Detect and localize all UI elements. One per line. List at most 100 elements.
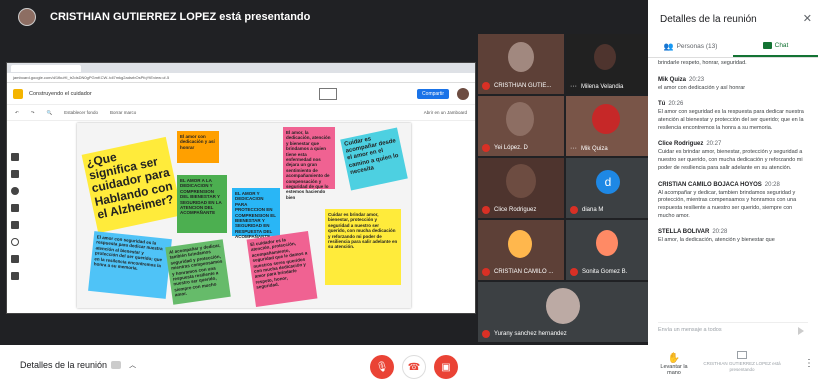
sticky-note[interactable]: El cuidador es la atención, protección, … <box>246 231 318 307</box>
clear-frame-button[interactable]: Borrar marco <box>110 110 136 115</box>
participant-video <box>506 102 534 136</box>
participant-video <box>594 44 616 70</box>
participant-label: Clice Rodriguez <box>482 206 536 214</box>
image-icon[interactable] <box>11 221 19 229</box>
address-bar[interactable]: jamboard.google.com/d/1fkuHI_tr2dsDN0gPG… <box>7 73 475 83</box>
browser-tabstrip <box>7 63 475 73</box>
raise-hand-button[interactable]: ✋ Levantar la mano <box>654 353 694 376</box>
camera-toggle-button[interactable]: ▣ <box>434 355 458 379</box>
set-background-button[interactable]: Establecer fondo <box>64 110 98 115</box>
sticky-note[interactable]: Cuidar es acompañar desde el amor en el … <box>340 127 408 191</box>
mic-off-icon <box>482 330 490 338</box>
participant-label: Yurany sanchez hernandez <box>482 330 567 338</box>
chat-messages: brindarle respeto, honrar, seguridad. Mi… <box>658 60 810 310</box>
participant-tile[interactable]: ··· Mik Quiza <box>566 96 648 156</box>
sticky-note[interactable]: El amor con seguridad es la respuesta pa… <box>88 231 172 299</box>
message-author: Mik Quiza <box>658 76 687 83</box>
tab-people-label: Personas (13) <box>676 43 718 50</box>
jamboard-toolbar: ↶ ↷ 🔍 Establecer fondo Borrar marco Abri… <box>7 105 475 121</box>
browser-tab[interactable] <box>11 64 81 72</box>
chat-input[interactable]: Envía un mensaje a todos <box>658 322 808 336</box>
presenter-avatar <box>18 8 36 26</box>
participant-name: Sonita Gomez B. <box>582 269 628 275</box>
chevron-up-icon: ︿ <box>129 362 137 369</box>
participant-video <box>508 230 532 258</box>
participant-video <box>506 164 536 198</box>
more-options-icon[interactable]: ⋮ <box>804 358 814 369</box>
chat-icon <box>762 42 772 49</box>
mic-off-icon <box>482 82 490 90</box>
tab-people[interactable]: 👥 Personas (13) <box>648 36 733 57</box>
participant-tile[interactable]: CRISTIAN CAMILO ... <box>478 220 564 280</box>
presenter-label: CRISTHIAN GUTIERREZ LOPEZ está presentan… <box>50 11 311 23</box>
avatar[interactable] <box>457 87 469 100</box>
meeting-details-label: Detalles de la reunión <box>20 360 108 370</box>
participant-tile[interactable]: Yurany sanchez hernandez <box>478 282 648 342</box>
participant-label: CRISTIAN CAMILO ... <box>482 268 553 276</box>
eraser-icon[interactable] <box>11 170 19 178</box>
chat-input-placeholder: Envía un mensaje a todos <box>658 327 722 333</box>
jamboard-title[interactable]: Construyendo el cuidador <box>29 91 319 97</box>
participant-name: Mik Quiza <box>581 145 608 152</box>
pen-icon[interactable] <box>11 153 19 161</box>
chat-message: Mik Quiza 20:23 el amor con dedicación y … <box>658 77 810 93</box>
hand-icon: ✋ <box>667 353 681 364</box>
select-icon[interactable] <box>11 187 19 195</box>
sticky-note[interactable]: EL AMOR A LA DEDICACION Y COMPRENSION DE… <box>177 175 227 233</box>
participant-label: diana M <box>570 206 603 214</box>
participant-video <box>508 42 534 72</box>
avatar: d <box>596 170 620 194</box>
mic-toggle-button[interactable]: 🎙 <box>370 355 394 379</box>
frame-thumbnail-icon[interactable] <box>319 87 338 100</box>
participant-tile[interactable]: CRISTHIAN GUTIE... <box>478 34 564 94</box>
participant-label: Yei López. D <box>482 144 528 152</box>
sticky-note[interactable]: Al acompañar y dedicar, también brindamo… <box>165 239 231 305</box>
message-time: 20:26 <box>668 101 684 108</box>
panel-tabs: 👥 Personas (13) Chat <box>648 36 818 58</box>
close-icon[interactable]: ✕ <box>803 12 812 25</box>
participant-tile[interactable]: Yei López. D <box>478 96 564 156</box>
sticky-note[interactable]: EL AMOR Y DEDICACION PARA PROTECCION EN … <box>232 188 280 239</box>
sticky-note[interactable]: El amor con dedicación y así honrar <box>177 131 219 163</box>
participant-video <box>596 230 618 256</box>
circle-icon[interactable] <box>11 238 19 246</box>
leave-call-button[interactable]: ☎ <box>402 355 426 379</box>
tab-chat-label: Chat <box>774 42 789 49</box>
open-in-jamboard-link[interactable]: Abrir en un Jamboard <box>424 110 467 115</box>
participant-tile[interactable]: Clice Rodriguez <box>478 158 564 218</box>
message-text: el amor con dedicación y así honrar <box>658 84 746 91</box>
message-author: Tú <box>658 101 666 108</box>
participant-label: Sonita Gomez B. <box>570 268 627 276</box>
sticky-note[interactable]: El amor, la dedicación, atención y biene… <box>283 127 335 200</box>
message-author: Clice Rodriguez <box>658 141 704 148</box>
redo-icon[interactable]: ↷ <box>31 110 35 116</box>
url-text: jamboard.google.com/d/1fkuHI_tr2dsDN0gPG… <box>13 75 170 80</box>
sticky-note[interactable]: Cuidar es brindar amor, bienestar, prote… <box>325 209 401 285</box>
participant-name: diana M <box>582 207 604 213</box>
message-text: brindarle respeto, honrar, seguridad. <box>658 60 747 66</box>
participant-tile[interactable]: ··· Milena Velandia <box>566 34 648 94</box>
undo-icon[interactable]: ↶ <box>15 110 19 116</box>
message-author: CRISTIAN CAMILO BOJACA HOYOS <box>658 181 762 188</box>
message-author: STELLA BOLIVAR <box>658 229 710 236</box>
presenting-button[interactable]: CRISTHIAN GUTIERREZ LOPEZ está presentan… <box>702 351 782 373</box>
meeting-details-button[interactable]: Detalles de la reunión ︿ <box>20 360 136 370</box>
participant-video <box>592 104 620 134</box>
sticky-note[interactable]: ¿Que significa ser cuidador para Habland… <box>81 136 183 234</box>
mic-off-icon <box>482 144 490 152</box>
message-text: Al acompañar y dedicar, tambien brindamo… <box>658 189 797 219</box>
participant-label: ··· Milena Velandia <box>570 83 623 90</box>
zoom-icon[interactable]: 🔍 <box>47 110 53 116</box>
jamboard-canvas[interactable]: ¿Que significa ser cuidador para Habland… <box>77 123 411 308</box>
textbox-icon[interactable] <box>11 255 19 263</box>
participant-name: Clice Rodriguez <box>494 207 537 213</box>
participant-tile[interactable]: Sonita Gomez B. <box>566 220 648 280</box>
laser-icon[interactable] <box>11 272 19 280</box>
participant-video <box>546 288 580 324</box>
sticky-note-icon[interactable] <box>11 204 19 212</box>
participant-label: CRISTHIAN GUTIE... <box>482 82 551 90</box>
tab-chat[interactable]: Chat <box>733 36 818 57</box>
send-icon[interactable] <box>798 327 804 335</box>
share-button[interactable]: Compartir <box>417 88 449 99</box>
participant-tile[interactable]: d diana M <box>566 158 648 218</box>
